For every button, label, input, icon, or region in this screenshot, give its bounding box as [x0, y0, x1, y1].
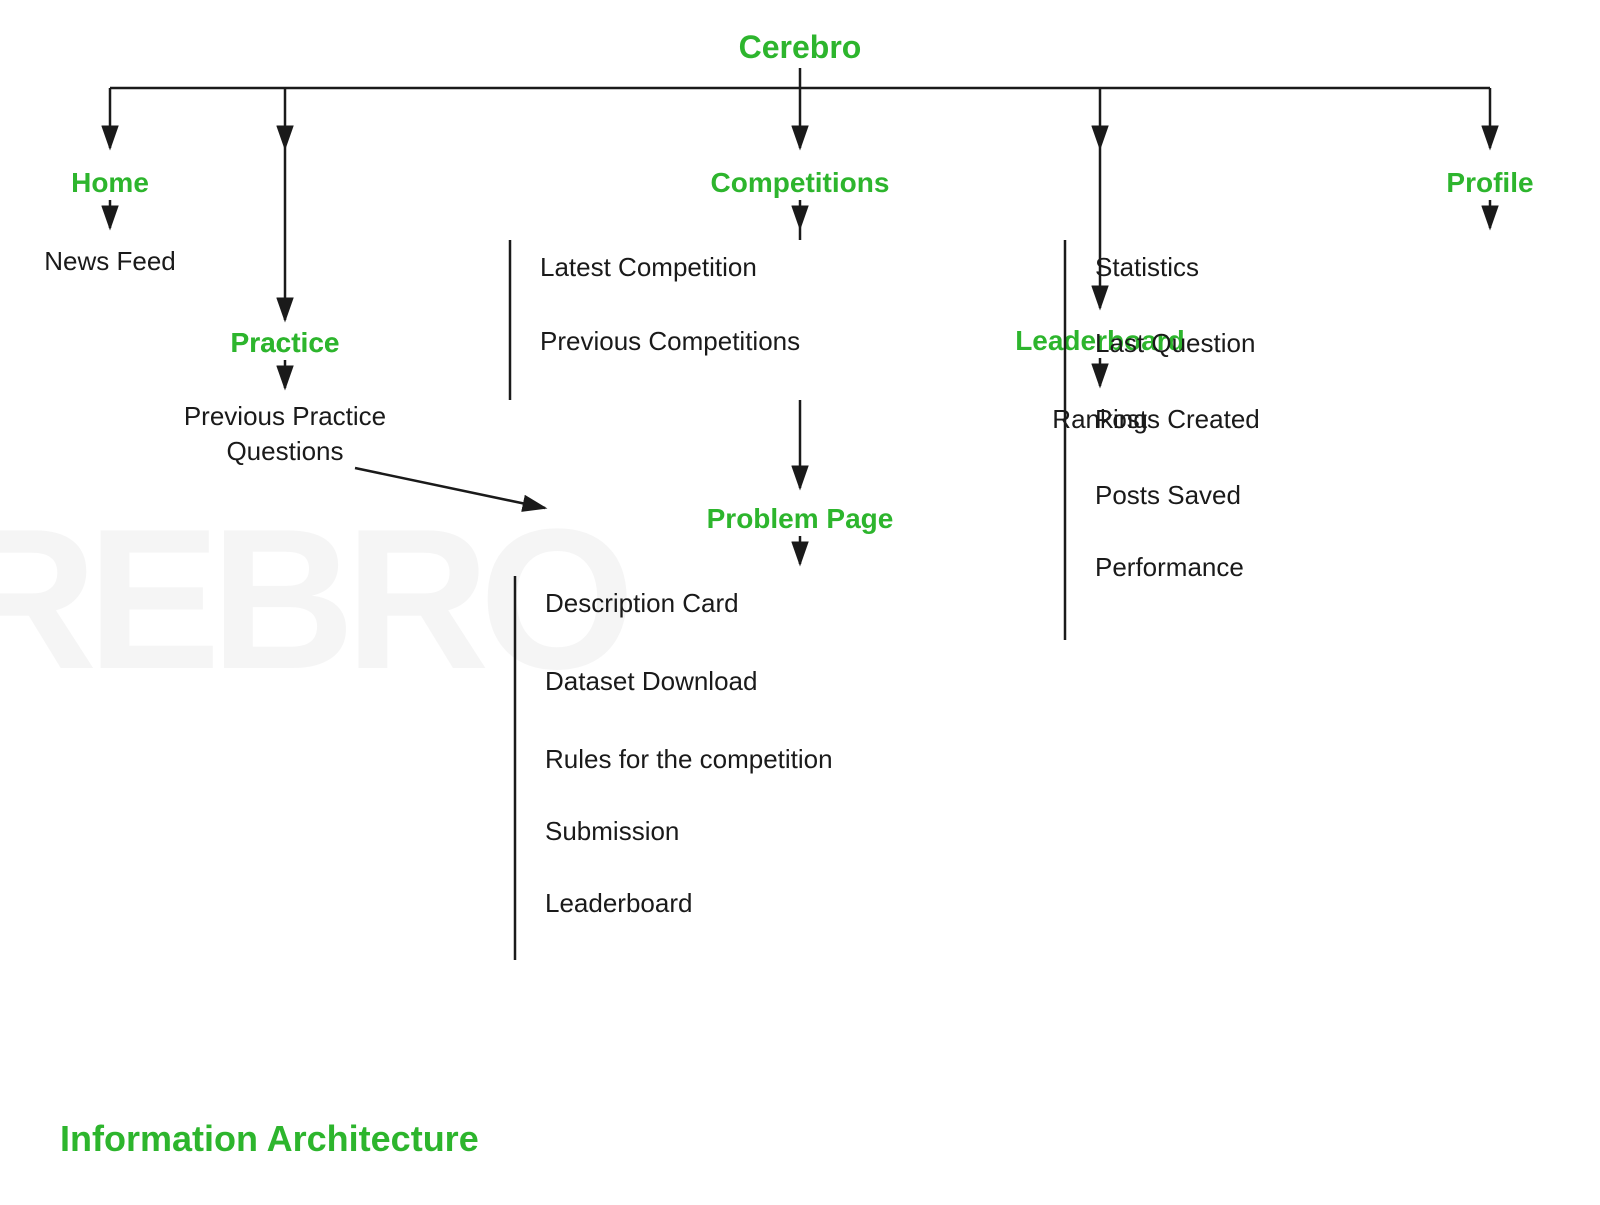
prev-practice-node: Previous Practice [184, 401, 386, 431]
last-question-node: Last Question [1095, 328, 1255, 358]
submission-node: Submission [545, 816, 679, 846]
prev-comp-node: Previous Competitions [540, 326, 800, 356]
rules-node: Rules for the competition [545, 744, 833, 774]
news-feed-node: News Feed [44, 246, 176, 276]
desc-card-node: Description Card [545, 588, 739, 618]
dataset-node: Dataset Download [545, 666, 757, 696]
home-node: Home [71, 167, 149, 198]
leaderboard-sub-node: Leaderboard [545, 888, 692, 918]
problem-page-node: Problem Page [707, 503, 894, 534]
practice-node2: Practice [231, 327, 340, 358]
competitions-node: Competitions [711, 167, 890, 198]
statistics-node: Statistics [1095, 252, 1199, 282]
diagram-container: Cerebro Home News Feed Practice Practice… [0, 0, 1600, 1200]
profile-node: Profile [1446, 167, 1533, 198]
architecture-diagram: Cerebro Home News Feed Practice Practice… [0, 0, 1600, 1200]
posts-saved-node: Posts Saved [1095, 480, 1241, 510]
questions-node: Questions [226, 436, 343, 466]
latest-comp-node: Latest Competition [540, 252, 757, 282]
bottom-label: Information Architecture [60, 1118, 479, 1160]
performance-node: Performance [1095, 552, 1244, 582]
posts-created-node: Posts Created [1095, 404, 1260, 434]
root-node: Cerebro [739, 29, 862, 65]
